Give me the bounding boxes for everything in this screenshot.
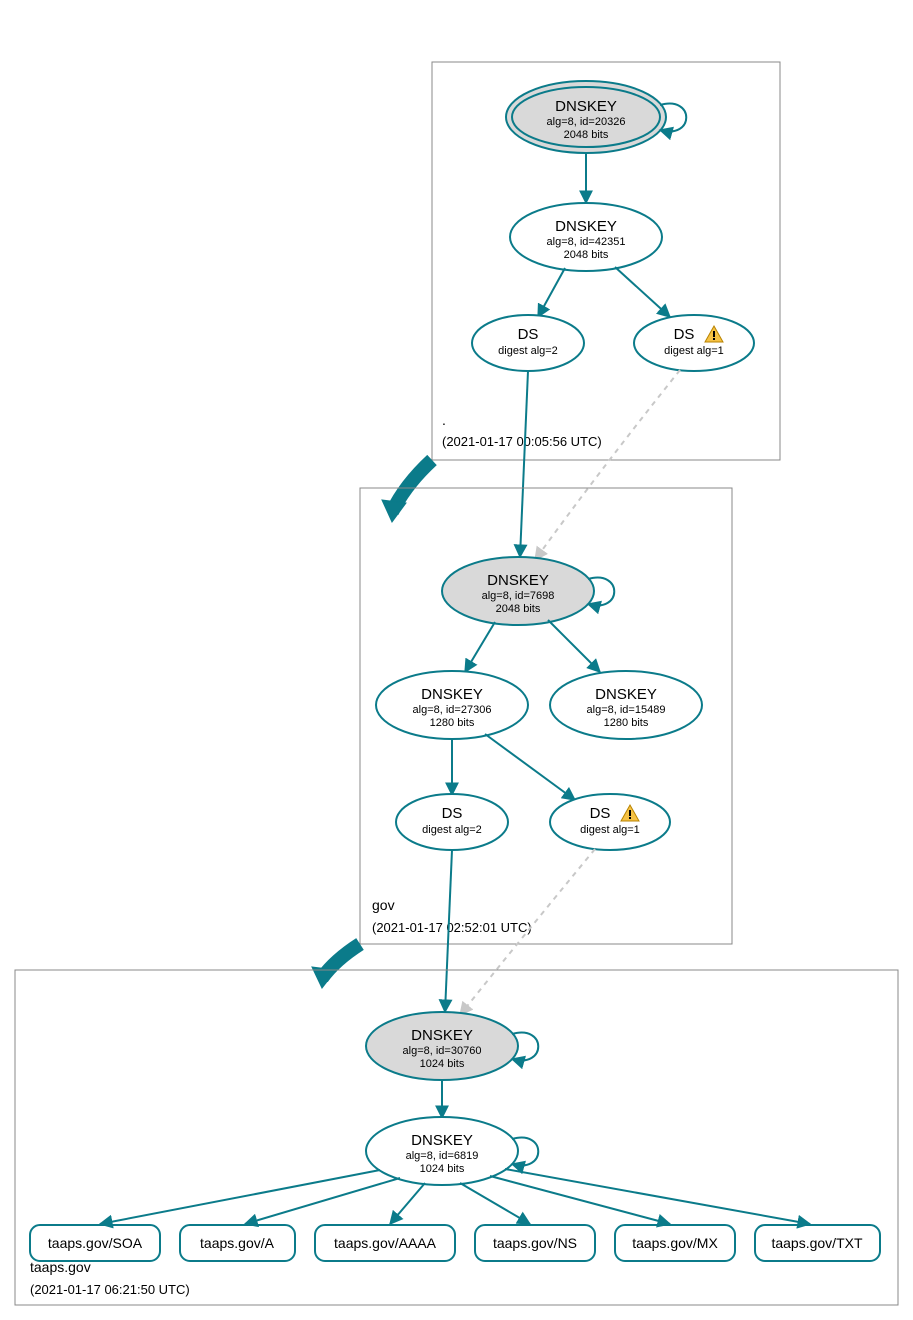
svg-text:2048 bits: 2048 bits xyxy=(564,249,609,261)
svg-text:alg=8, id=27306: alg=8, id=27306 xyxy=(413,704,492,716)
root-ds1-node xyxy=(472,315,584,371)
svg-text:alg=8, id=6819: alg=8, id=6819 xyxy=(406,1150,479,1162)
svg-text:DNSKEY: DNSKEY xyxy=(411,1132,473,1149)
svg-text:DNSKEY: DNSKEY xyxy=(487,572,549,589)
record-mx: taaps.gov/MX xyxy=(615,1225,735,1261)
svg-text:1024 bits: 1024 bits xyxy=(420,1058,465,1070)
svg-text:DS: DS xyxy=(518,326,539,343)
svg-text:DS: DS xyxy=(442,805,463,822)
zone-taaps-ts: (2021-01-17 06:21:50 UTC) xyxy=(30,1282,190,1297)
svg-text:alg=8, id=20326: alg=8, id=20326 xyxy=(547,116,626,128)
svg-text:2048 bits: 2048 bits xyxy=(496,603,541,615)
svg-text:taaps.gov/AAAA: taaps.gov/AAAA xyxy=(334,1235,437,1251)
gov-ds2-node xyxy=(550,794,670,850)
svg-text:taaps.gov/SOA: taaps.gov/SOA xyxy=(48,1235,143,1251)
gov-ds1-node xyxy=(396,794,508,850)
svg-text:DNSKEY: DNSKEY xyxy=(555,218,617,235)
svg-text:taaps.gov/TXT: taaps.gov/TXT xyxy=(771,1235,862,1251)
record-txt: taaps.gov/TXT xyxy=(755,1225,880,1261)
record-soa: taaps.gov/SOA xyxy=(30,1225,160,1261)
svg-text:1024 bits: 1024 bits xyxy=(420,1163,465,1175)
svg-text:taaps.gov/A: taaps.gov/A xyxy=(200,1235,275,1251)
svg-text:DNSKEY: DNSKEY xyxy=(421,686,483,703)
root-ds2-node xyxy=(634,315,754,371)
zone-gov-name: gov xyxy=(372,897,395,913)
zone-root-ts: (2021-01-17 00:05:56 UTC) xyxy=(442,434,602,449)
svg-text:1280 bits: 1280 bits xyxy=(430,717,475,729)
svg-text:digest alg=2: digest alg=2 xyxy=(422,824,482,836)
zone-root-name: . xyxy=(442,412,446,428)
svg-text:taaps.gov/MX: taaps.gov/MX xyxy=(632,1235,718,1251)
record-aaaa: taaps.gov/AAAA xyxy=(315,1225,455,1261)
svg-text:alg=8, id=42351: alg=8, id=42351 xyxy=(547,236,626,248)
svg-text:digest alg=1: digest alg=1 xyxy=(580,824,640,836)
svg-text:alg=8, id=30760: alg=8, id=30760 xyxy=(403,1045,482,1057)
svg-text:2048 bits: 2048 bits xyxy=(564,129,609,141)
svg-text:DNSKEY: DNSKEY xyxy=(595,686,657,703)
svg-text:DS: DS xyxy=(674,326,695,343)
svg-text:digest alg=2: digest alg=2 xyxy=(498,345,558,357)
svg-text:alg=8, id=15489: alg=8, id=15489 xyxy=(587,704,666,716)
svg-text:digest alg=1: digest alg=1 xyxy=(664,345,724,357)
svg-text:taaps.gov/NS: taaps.gov/NS xyxy=(493,1235,577,1251)
svg-text:DNSKEY: DNSKEY xyxy=(555,98,617,115)
record-a: taaps.gov/A xyxy=(180,1225,295,1261)
zone-gov-ts: (2021-01-17 02:52:01 UTC) xyxy=(372,920,532,935)
svg-text:1280 bits: 1280 bits xyxy=(604,717,649,729)
dnssec-diagram: . (2021-01-17 00:05:56 UTC) DNSKEY alg=8… xyxy=(0,0,913,1320)
record-ns: taaps.gov/NS xyxy=(475,1225,595,1261)
svg-text:alg=8, id=7698: alg=8, id=7698 xyxy=(482,590,555,602)
svg-text:DS: DS xyxy=(590,805,611,822)
svg-text:DNSKEY: DNSKEY xyxy=(411,1027,473,1044)
